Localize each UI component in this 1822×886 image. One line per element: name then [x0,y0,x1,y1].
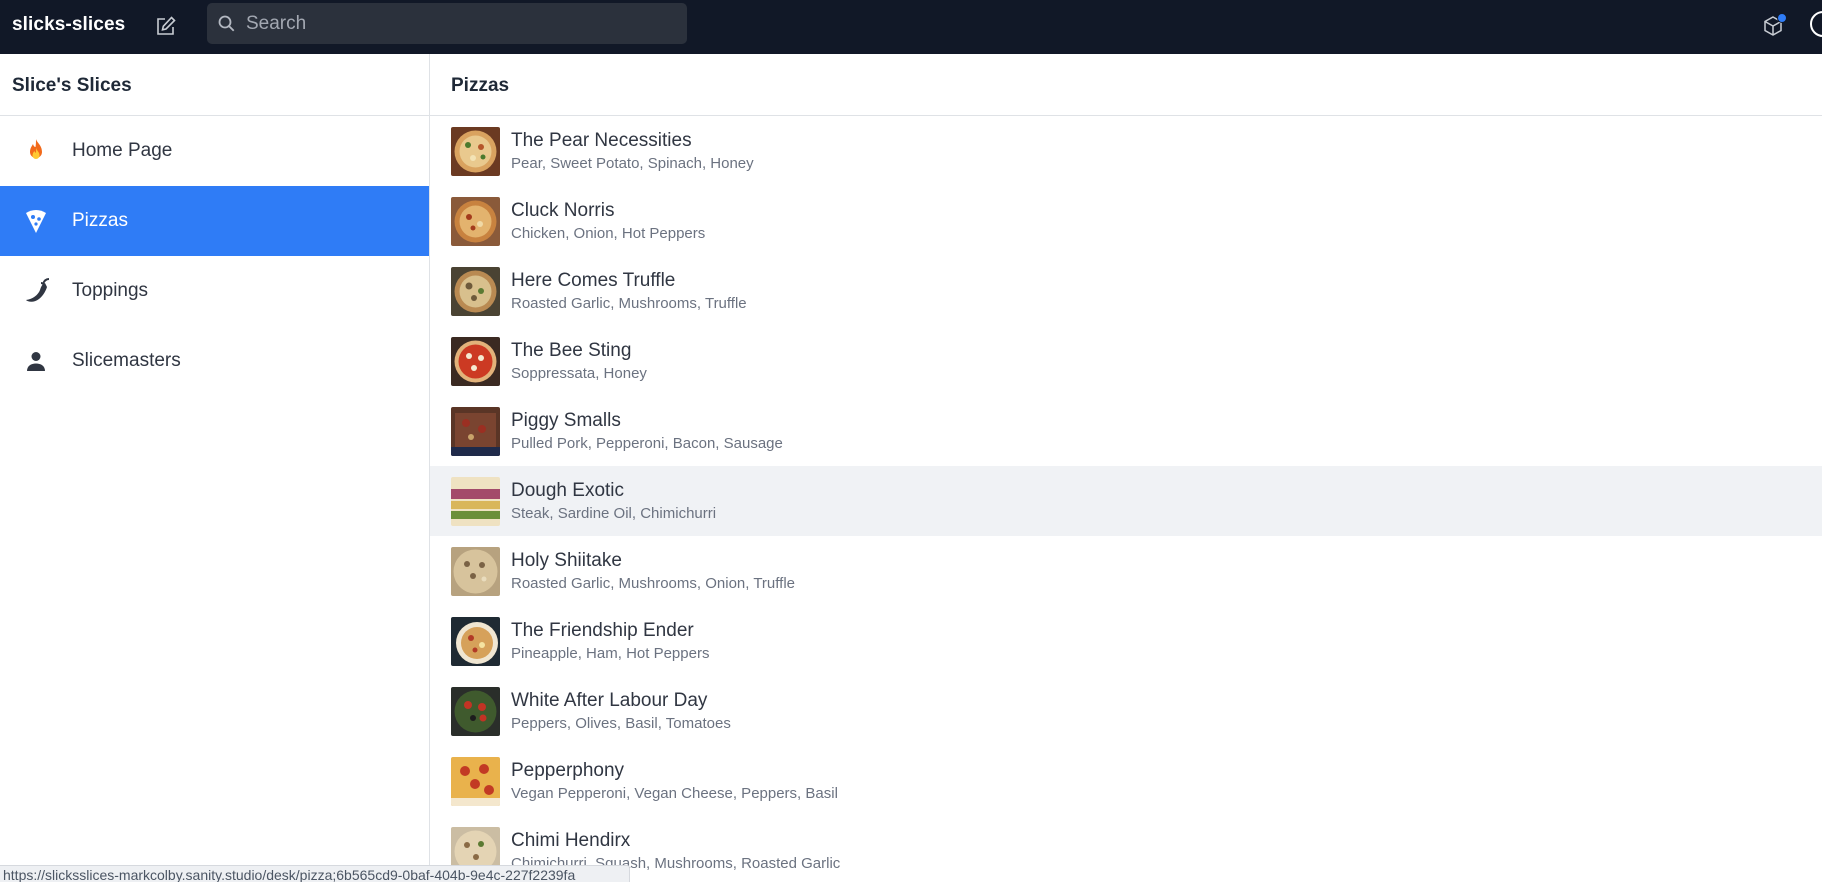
pizza-thumbnail [451,266,500,316]
pepper-icon [0,256,72,326]
pizza-list: The Pear Necessities Pear, Sweet Potato,… [430,116,1822,886]
pizza-toppings: Chicken, Onion, Hot Peppers [511,224,706,242]
pizza-name: Here Comes Truffle [511,269,676,291]
fire-icon [0,116,72,186]
pizza-name: Piggy Smalls [511,409,621,431]
pizza-thumbnail [451,756,500,806]
pizza-toppings: Steak, Sardine Oil, Chimichurri [511,504,717,522]
app-title[interactable]: slicks-slices [12,0,125,54]
pizza-toppings: Roasted Garlic, Mushrooms, Truffle [511,294,747,312]
pizza-name: White After Labour Day [511,689,708,711]
pizza-toppings: Soppressata, Honey [511,364,647,382]
pizza-name: The Pear Necessities [511,129,692,151]
person-icon [0,326,72,396]
pizza-thumbnail [451,336,500,386]
sidebar-item-label: Pizzas [72,210,128,231]
list-item[interactable]: Chimi Hendirx Chimichurri, Squash, Mushr… [430,816,1822,886]
pizza-thumbnail [451,476,500,526]
list-item[interactable]: White After Labour Day Peppers, Olives, … [430,676,1822,746]
sidebar-item-toppings[interactable]: Toppings [0,256,429,326]
list-item[interactable]: Pepperphony Vegan Pepperoni, Vegan Chees… [430,746,1822,816]
sidebar-item-home-page[interactable]: Home Page [0,116,429,186]
list-item[interactable]: Holy Shiitake Roasted Garlic, Mushrooms,… [430,536,1822,606]
sidebar-item-label: Toppings [72,280,149,301]
sidebar-title: Slice's Slices [0,54,429,116]
list-item[interactable]: The Friendship Ender Pineapple, Ham, Hot… [430,606,1822,676]
pizza-thumbnail [451,616,500,666]
pizza-name: Cluck Norris [511,199,615,221]
pizza-toppings: Pineapple, Ham, Hot Peppers [511,644,710,662]
list-item[interactable]: Dough Exotic Steak, Sardine Oil, Chimich… [430,466,1822,536]
pizza-toppings: Pulled Pork, Pepperoni, Bacon, Sausage [511,434,783,452]
sidebar-item-slicemasters[interactable]: Slicemasters [0,326,429,396]
list-item[interactable]: Cluck Norris Chicken, Onion, Hot Peppers [430,186,1822,256]
user-avatar[interactable] [1810,11,1822,37]
search-box[interactable] [207,3,687,44]
pizza-thumbnail [451,406,500,456]
pizza-name: The Bee Sting [511,339,632,361]
documents-pane: Pizzas The Pear Necessities Pear, Sweet … [430,54,1822,882]
pizza-toppings: Roasted Garlic, Mushrooms, Onion, Truffl… [511,574,796,592]
list-item[interactable]: Piggy Smalls Pulled Pork, Pepperoni, Bac… [430,396,1822,466]
pizza-icon [0,186,72,256]
notification-dot [1777,13,1787,23]
structure-sidebar: Slice's Slices Home Page Pizzas Toppings… [0,54,430,882]
compose-button[interactable] [150,10,182,42]
list-item[interactable]: The Bee Sting Soppressata, Honey [430,326,1822,396]
sidebar-item-pizzas[interactable]: Pizzas [0,186,429,256]
pizza-name: Pepperphony [511,759,625,781]
sidebar-item-label: Home Page [72,140,173,161]
pizza-toppings: Pear, Sweet Potato, Spinach, Honey [511,154,754,172]
package-status-button[interactable] [1757,10,1789,42]
list-item[interactable]: The Pear Necessities Pear, Sweet Potato,… [430,116,1822,186]
pizza-toppings: Vegan Pepperoni, Vegan Cheese, Peppers, … [511,784,838,802]
pane-title: Pizzas [430,54,1822,116]
pizza-name: The Friendship Ender [511,619,694,641]
top-navbar: slicks-slices [0,0,1822,54]
pizza-name: Dough Exotic [511,479,625,501]
sidebar-item-label: Slicemasters [72,350,181,371]
search-input[interactable] [244,5,687,42]
list-item[interactable]: Here Comes Truffle Roasted Garlic, Mushr… [430,256,1822,326]
status-url: https://slicksslices-markcolby.sanity.st… [0,865,630,882]
pizza-name: Holy Shiitake [511,549,622,571]
edit-icon [157,16,176,35]
pizza-thumbnail [451,686,500,736]
pizza-name: Chimi Hendirx [511,829,631,851]
pizza-thumbnail [451,196,500,246]
pizza-thumbnail [451,126,500,176]
pizza-thumbnail [451,546,500,596]
pizza-toppings: Peppers, Olives, Basil, Tomatoes [511,714,731,732]
search-icon [218,15,235,32]
